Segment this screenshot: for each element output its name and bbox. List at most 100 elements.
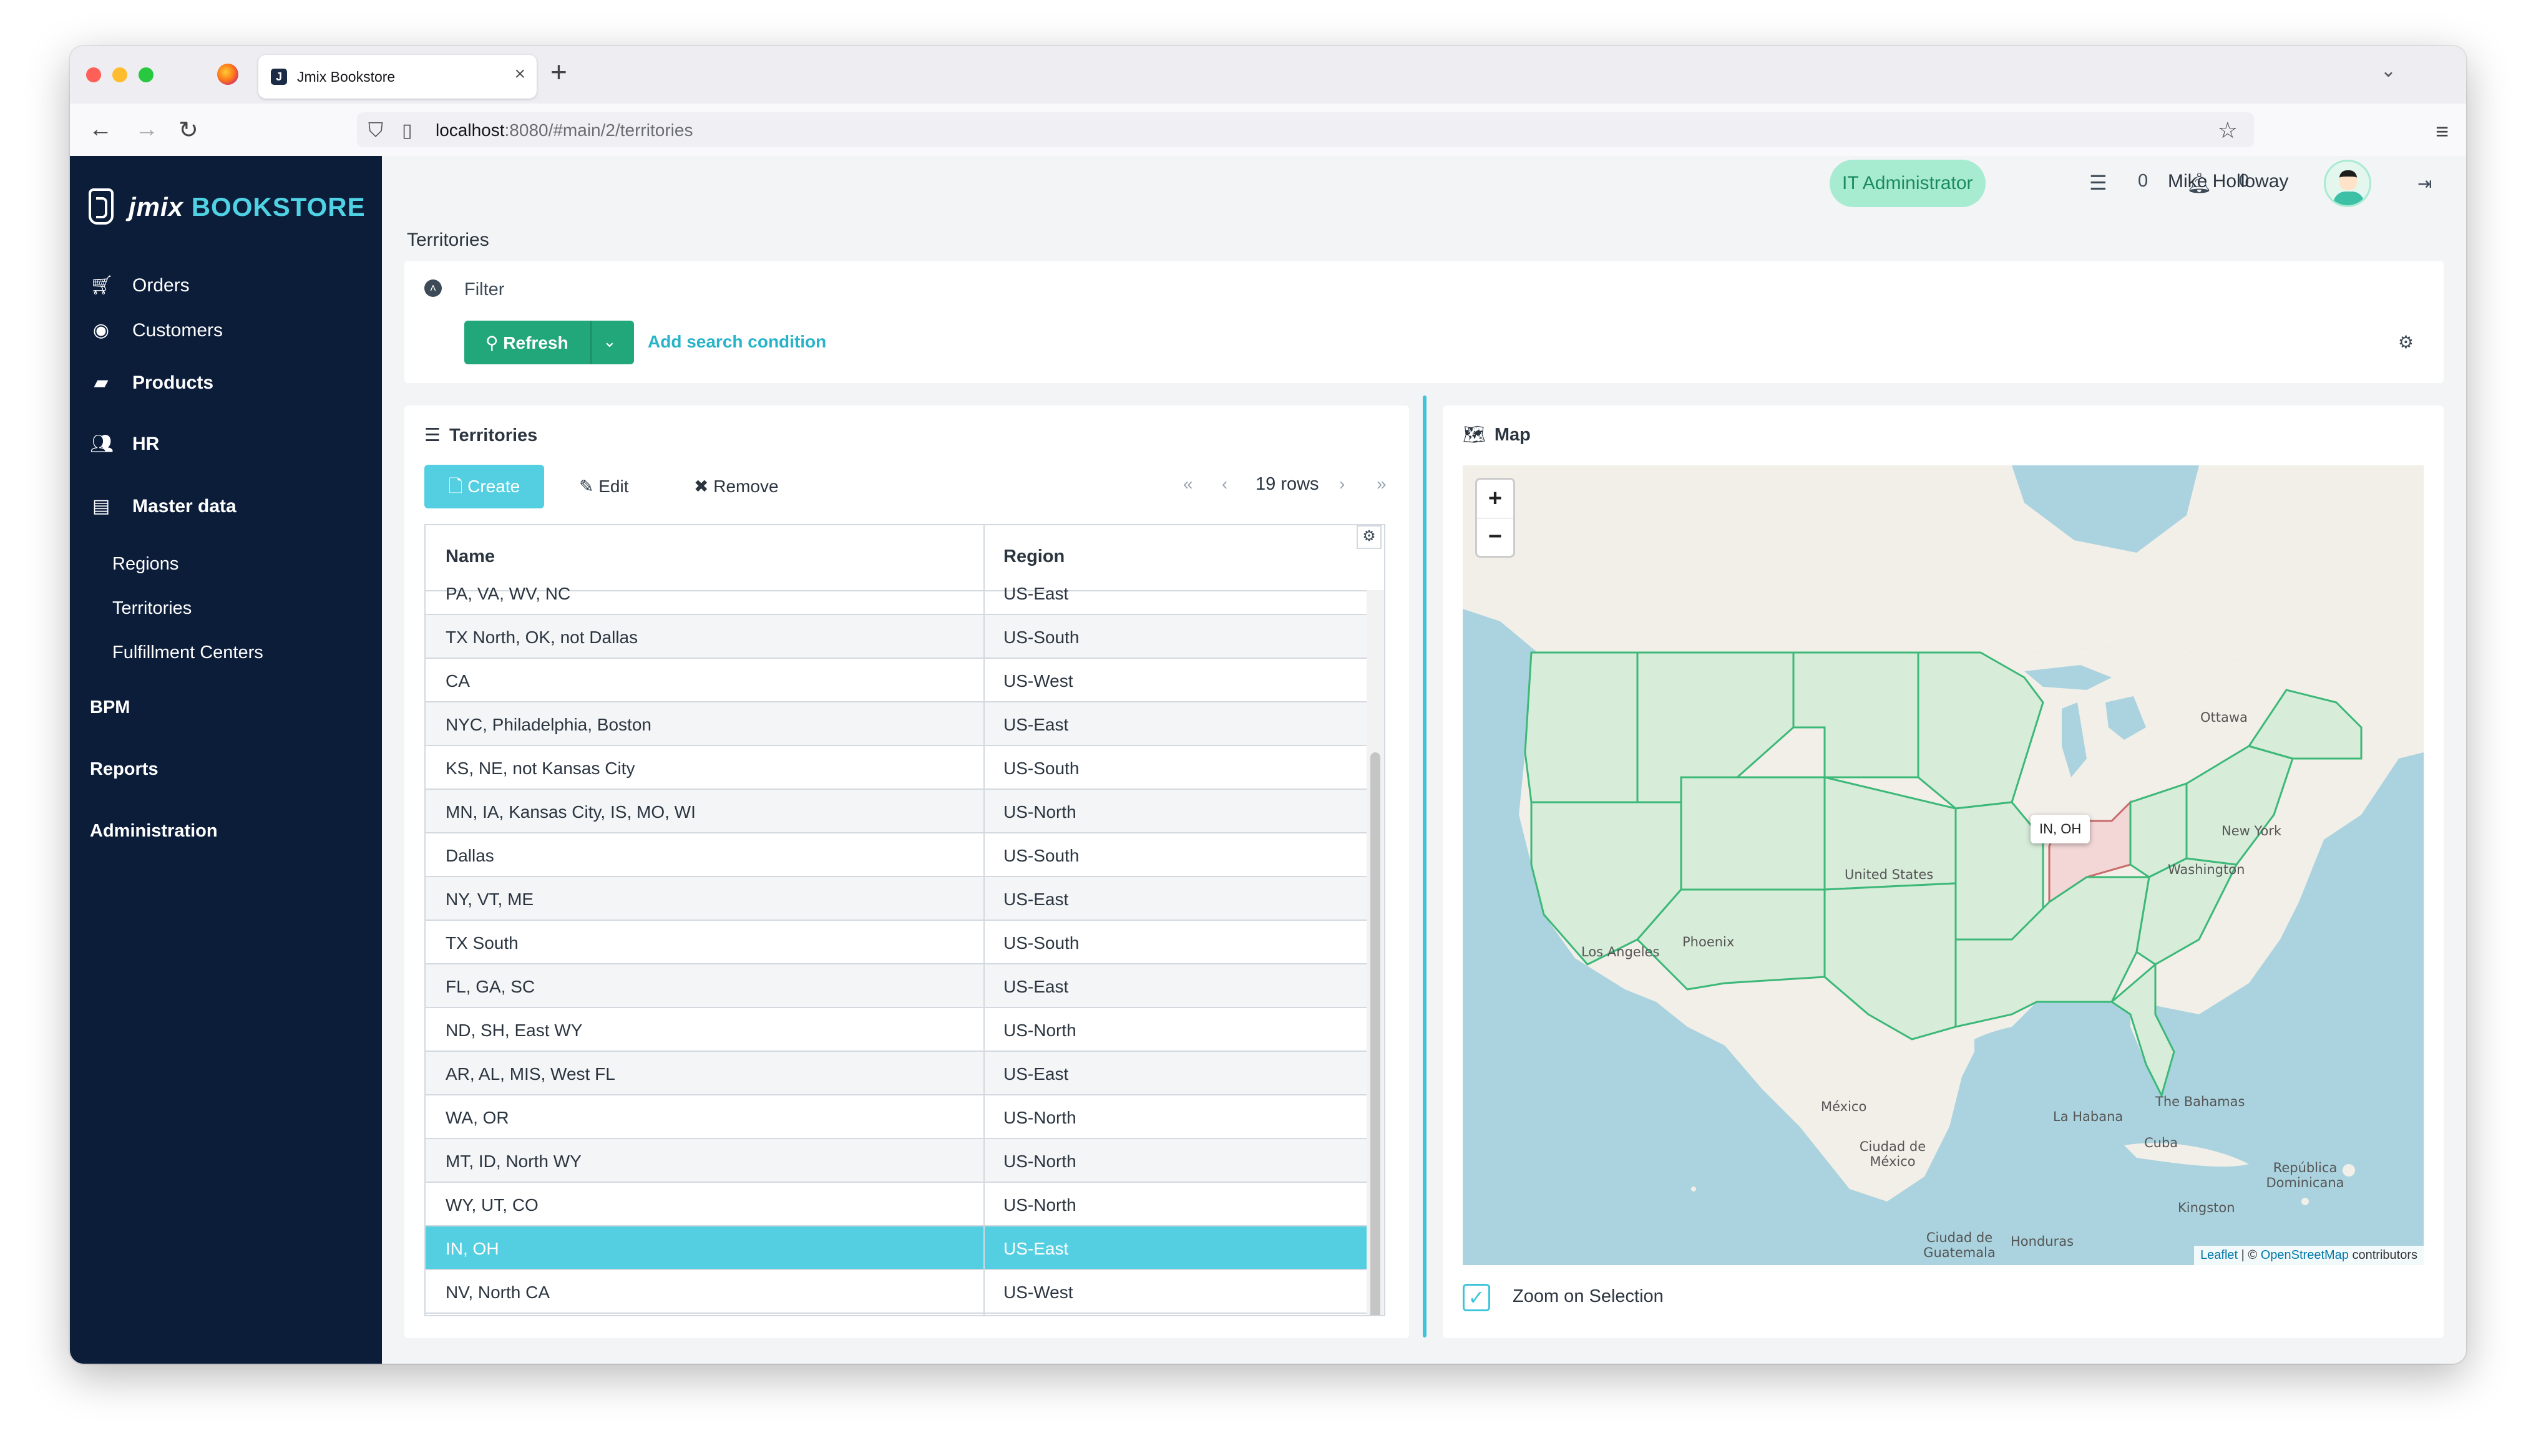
browser-tab[interactable]: J Jmix Bookstore ×	[258, 55, 537, 99]
cell-name: Dallas	[446, 846, 494, 865]
cell-region: US-East	[1003, 584, 1069, 603]
cell-region: US-South	[1003, 846, 1080, 865]
territory-mo[interactable]	[1954, 801, 2044, 941]
role-badge[interactable]: IT Administrator	[1830, 160, 1986, 207]
sidebar-group-reports[interactable]: Reports	[90, 759, 158, 780]
logout-icon[interactable]: ⇥	[2417, 173, 2432, 194]
page-info-icon[interactable]: ▯	[402, 120, 412, 142]
chevron-down-icon[interactable]: ⌄	[603, 332, 617, 351]
table-row[interactable]: TX South US-South	[426, 921, 1368, 964]
new-tab-button[interactable]: +	[550, 55, 567, 89]
table-row[interactable]: NV, North CA US-West	[426, 1270, 1368, 1314]
map-label-honduras: Honduras	[2011, 1234, 2074, 1249]
table-row-selected[interactable]: IN, OH US-East	[426, 1226, 1368, 1270]
cell-name: WY, UT, CO	[446, 1195, 539, 1215]
sidebar-item-customers[interactable]: ◉ Customers	[90, 319, 223, 342]
table-row[interactable]: WY, UT, CO US-North	[426, 1183, 1368, 1226]
table-row[interactable]: Dallas US-South	[426, 833, 1368, 877]
refresh-button[interactable]: ⚲ Refresh ⌄	[464, 321, 634, 364]
edit-button[interactable]: ✎ Edit	[579, 465, 629, 508]
column-header-name[interactable]: Name	[446, 546, 495, 567]
first-page-icon[interactable]: «	[1183, 474, 1193, 494]
column-header-region[interactable]: Region	[1003, 546, 1065, 567]
sidebar-item-master-data[interactable]: ▤ Master data	[90, 495, 237, 518]
filter-settings-gear-icon[interactable]: ⚙	[2398, 332, 2414, 352]
url-bar[interactable]: ⛉ ▯ localhost:8080/#main/2/territories ☆	[357, 112, 2254, 147]
cell-region: US-North	[1003, 1195, 1076, 1215]
cell-region: US-North	[1003, 1152, 1076, 1171]
table-scrollbar[interactable]	[1367, 590, 1384, 1315]
user-name[interactable]: Mike Holloway	[2168, 171, 2288, 192]
table-scrollbar-thumb[interactable]	[1370, 752, 1380, 1315]
openstreetmap-link[interactable]: OpenStreetMap	[2261, 1248, 2349, 1262]
sidebar-item-fulfillment-centers[interactable]: Fulfillment Centers	[112, 643, 263, 663]
cell-name: PA, VA, WV, NC	[446, 584, 571, 603]
sidebar-item-products[interactable]: ▰ Products	[90, 372, 213, 394]
sidebar-group-bpm[interactable]: BPM	[90, 697, 130, 718]
cell-name: TX South	[446, 933, 519, 953]
filter-label[interactable]: Filter	[464, 279, 504, 300]
tab-list-chevron-icon[interactable]: ⌄	[2381, 60, 2396, 82]
map-label-guatemala: Ciudad de Guatemala	[1923, 1230, 1996, 1260]
sidebar-item-orders[interactable]: 🛒︎ Orders	[90, 274, 190, 297]
table-row[interactable]: AR, AL, MIS, West FL US-East	[426, 1052, 1368, 1095]
zoom-in-button[interactable]: +	[1477, 480, 1513, 518]
close-window-button[interactable]	[86, 67, 101, 82]
zoom-out-button[interactable]: −	[1477, 518, 1513, 556]
firefox-icon[interactable]	[217, 64, 238, 85]
back-arrow-icon[interactable]: ←	[89, 116, 112, 143]
reload-icon[interactable]: ↻	[178, 116, 198, 144]
table-row[interactable]: MN, IA, Kansas City, IS, MO, WI US-North	[426, 790, 1368, 833]
cell-name: WA, OR	[446, 1108, 509, 1127]
sidebar-item-regions[interactable]: Regions	[112, 554, 178, 575]
table-row[interactable]: TX North, OK, not Dallas US-South	[426, 615, 1368, 659]
map-label-dominicana: República Dominicana	[2266, 1160, 2344, 1190]
table-row[interactable]: FL, GA, SC US-East	[426, 964, 1368, 1008]
tab-close-icon[interactable]: ×	[514, 64, 525, 85]
table-row[interactable]: WA, OR US-North	[426, 1095, 1368, 1139]
island	[1691, 1187, 1696, 1191]
territory-wy-ut-co[interactable]	[1680, 776, 1826, 891]
map-label-united-states: United States	[1845, 867, 1934, 882]
table-row[interactable]: NY, VT, ME US-East	[426, 877, 1368, 921]
last-page-icon[interactable]: »	[1377, 474, 1387, 494]
prev-page-icon[interactable]: ‹	[1222, 474, 1227, 494]
next-page-icon[interactable]: ›	[1339, 474, 1345, 494]
sidebar-item-territories[interactable]: Territories	[112, 598, 192, 619]
tasks-icon[interactable]: ☰	[2089, 171, 2107, 195]
table-row[interactable]: ND, SH, East WY US-North	[426, 1008, 1368, 1052]
url-text[interactable]: localhost:8080/#main/2/territories	[436, 120, 693, 140]
map-view[interactable]: + − Ottawa New York Washington United St…	[1463, 465, 2424, 1265]
sidebar-item-label: Orders	[132, 275, 190, 296]
browser-menu-icon[interactable]: ≡	[2436, 119, 2449, 145]
table-row[interactable]: CA US-West	[426, 659, 1368, 702]
table-row[interactable]: NYC, Philadelphia, Boston US-East	[426, 702, 1368, 746]
remove-button[interactable]: ✖ Remove	[694, 465, 779, 508]
filter-collapse-icon[interactable]: ˄	[424, 279, 442, 297]
maximize-window-button[interactable]	[139, 67, 154, 82]
minimize-window-button[interactable]	[112, 67, 127, 82]
create-button[interactable]: 🗋︎ Create	[424, 465, 544, 508]
bookmark-star-icon[interactable]: ☆	[2218, 117, 2238, 143]
table-row[interactable]: MT, ID, North WY US-North	[426, 1139, 1368, 1183]
sidebar-group-administration[interactable]: Administration	[90, 821, 218, 842]
cell-name: NYC, Philadelphia, Boston	[446, 715, 651, 734]
rows-count[interactable]: 19 rows	[1256, 474, 1319, 495]
territories-table[interactable]: Name Region ⚙ PA, VA, WV, NC US-East TX No…	[424, 524, 1385, 1316]
tracking-shield-icon[interactable]: ⛉	[368, 119, 383, 142]
column-divider[interactable]	[983, 525, 985, 1315]
avatar[interactable]	[2324, 160, 2371, 207]
table-row[interactable]: PA, VA, WV, NC US-East	[426, 584, 1368, 615]
zoom-on-selection-checkbox[interactable]: ✓	[1463, 1284, 1490, 1311]
add-search-condition-link[interactable]: Add search condition	[648, 332, 826, 352]
split-panel-handle[interactable]	[1423, 396, 1426, 1337]
territory-wa-or[interactable]	[1524, 651, 1639, 803]
zoom-on-selection-label[interactable]: Zoom on Selection	[1513, 1286, 1664, 1307]
table-settings-gear-icon[interactable]: ⚙	[1357, 525, 1382, 549]
list-icon: ☰	[424, 425, 441, 445]
sidebar-item-hr[interactable]: 👥︎ HR	[90, 433, 159, 455]
leaflet-link[interactable]: Leaflet	[2200, 1248, 2238, 1262]
x-icon: ✖	[694, 477, 709, 496]
table-row[interactable]: KS, NE, not Kansas City US-South	[426, 746, 1368, 790]
forward-arrow-icon[interactable]: →	[135, 116, 158, 143]
